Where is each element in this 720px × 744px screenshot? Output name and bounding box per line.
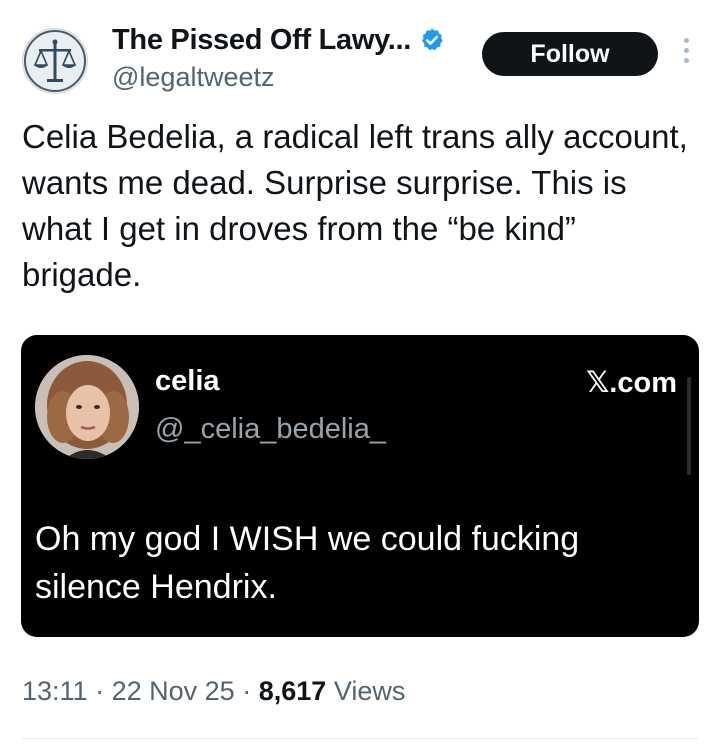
embedded-source-label: 𝕏.com	[585, 367, 677, 399]
tweet-time[interactable]: 13:11	[22, 676, 88, 706]
profile-photo-icon	[35, 355, 139, 459]
embedded-author-avatar	[35, 355, 139, 459]
meta-separator: ·	[95, 676, 105, 706]
tweet-metadata: 13:11 · 22 Nov 25 · 8,617 Views	[22, 676, 405, 707]
more-vertical-icon[interactable]	[681, 38, 691, 70]
embedded-scrollbar[interactable]	[687, 377, 691, 475]
verified-badge-icon	[422, 28, 443, 51]
author-handle[interactable]: @legaltweetz	[112, 62, 275, 93]
tweet-text: Celia Bedelia, a radical left trans ally…	[22, 118, 688, 293]
author-avatar[interactable]	[22, 28, 88, 94]
divider	[22, 738, 698, 739]
follow-button[interactable]: Follow	[482, 32, 658, 76]
tweet-date[interactable]: 22 Nov 25	[112, 676, 235, 706]
embedded-post-card[interactable]: celia @_celia_bedelia_ 𝕏.com Oh my god I…	[21, 335, 699, 637]
embedded-author-name: celia	[155, 365, 220, 397]
views-label: Views	[333, 676, 406, 706]
embedded-post-text: Oh my god I WISH we could fucking silenc…	[35, 520, 580, 606]
tweet-header: The Pissed Off Lawy... @legaltweetz Foll…	[0, 0, 720, 100]
author-display-name[interactable]: The Pissed Off Lawy...	[112, 24, 411, 57]
embedded-author-handle: @_celia_bedelia_	[155, 413, 386, 445]
views-count[interactable]: 8,617	[259, 676, 327, 706]
author-name-row: The Pissed Off Lawy...	[112, 20, 445, 60]
meta-separator: ·	[242, 676, 252, 706]
scales-of-justice-icon	[24, 30, 86, 92]
